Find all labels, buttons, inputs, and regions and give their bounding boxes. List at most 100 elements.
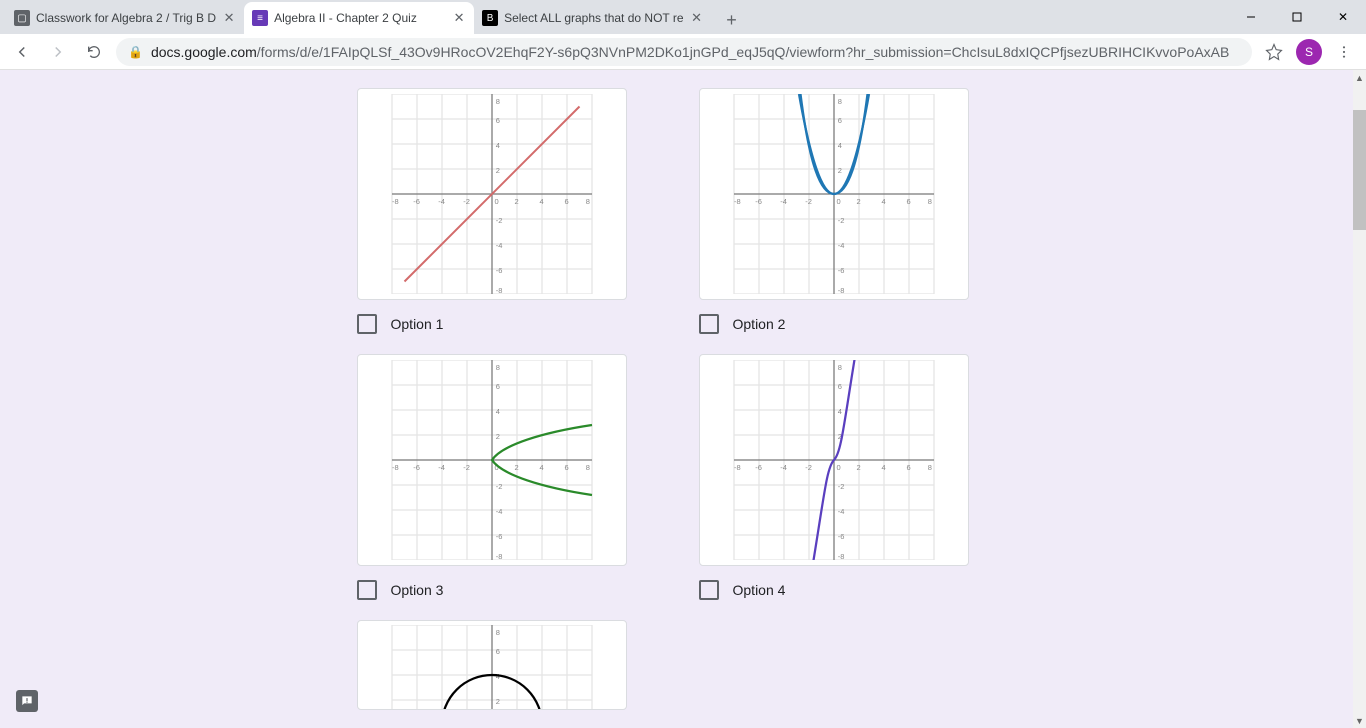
svg-text:-4: -4 bbox=[438, 463, 445, 472]
svg-text:6: 6 bbox=[495, 116, 499, 125]
svg-text:2: 2 bbox=[514, 463, 518, 472]
svg-text:-6: -6 bbox=[495, 266, 502, 275]
svg-text:-8: -8 bbox=[734, 197, 741, 206]
svg-text:-4: -4 bbox=[837, 507, 844, 516]
minimize-button[interactable] bbox=[1228, 0, 1274, 34]
svg-text:-6: -6 bbox=[837, 532, 844, 541]
avatar-initial: S bbox=[1305, 45, 1313, 59]
close-icon[interactable]: ✕ bbox=[690, 11, 704, 25]
svg-text:4: 4 bbox=[495, 141, 499, 150]
option-block: 8642 -2-4-6-8 -8-6-4-2 02468 Option 4 bbox=[699, 354, 997, 600]
window-controls: ✕ bbox=[1228, 0, 1366, 34]
new-tab-button[interactable]: + bbox=[718, 6, 746, 34]
graph-option-2[interactable]: 8642 -2-4-6-8 -8-6-4-2 02468 bbox=[699, 88, 969, 300]
checkbox[interactable] bbox=[699, 580, 719, 600]
browser-tab[interactable]: B Select ALL graphs that do NOT re ✕ bbox=[474, 2, 711, 34]
option-block: 8642 bbox=[357, 620, 655, 710]
svg-text:6: 6 bbox=[564, 197, 568, 206]
maximize-button[interactable] bbox=[1274, 0, 1320, 34]
svg-text:6: 6 bbox=[906, 197, 910, 206]
menu-button[interactable] bbox=[1330, 38, 1358, 66]
svg-text:2: 2 bbox=[837, 166, 841, 175]
report-problem-button[interactable] bbox=[16, 690, 38, 712]
favicon-icon: B bbox=[482, 10, 498, 26]
svg-text:-8: -8 bbox=[837, 552, 844, 560]
svg-text:0: 0 bbox=[836, 197, 840, 206]
option-block: 8642 -2-4-6-8 -8-6-4-2 02468 Option 1 bbox=[357, 88, 655, 334]
scroll-up-icon[interactable]: ▲ bbox=[1353, 70, 1366, 85]
tab-title: Classwork for Algebra 2 / Trig B D bbox=[36, 11, 216, 25]
svg-text:-2: -2 bbox=[495, 482, 502, 491]
graph-option-5[interactable]: 8642 bbox=[357, 620, 627, 710]
svg-text:-6: -6 bbox=[413, 463, 420, 472]
option-label: Option 3 bbox=[391, 582, 444, 598]
profile-avatar[interactable]: S bbox=[1296, 39, 1322, 65]
url-path: /forms/d/e/1FAIpQLSf_43Ov9HRocOV2EhqF2Y-… bbox=[257, 44, 1230, 60]
svg-text:-2: -2 bbox=[463, 197, 470, 206]
vertical-scrollbar[interactable]: ▲ ▼ bbox=[1353, 70, 1366, 728]
svg-text:-2: -2 bbox=[805, 197, 812, 206]
checkbox-row[interactable]: Option 2 bbox=[699, 314, 997, 334]
checkbox-row[interactable]: Option 1 bbox=[357, 314, 655, 334]
favicon-icon: ▢ bbox=[14, 10, 30, 26]
svg-text:6: 6 bbox=[495, 382, 499, 391]
option-label: Option 4 bbox=[733, 582, 786, 598]
browser-tab-strip: ▢ Classwork for Algebra 2 / Trig B D ✕ ≡… bbox=[0, 0, 1366, 34]
graph-option-1[interactable]: 8642 -2-4-6-8 -8-6-4-2 02468 bbox=[357, 88, 627, 300]
svg-text:2: 2 bbox=[856, 197, 860, 206]
browser-tab[interactable]: ≡ Algebra II - Chapter 2 Quiz ✕ bbox=[244, 2, 474, 34]
scroll-thumb[interactable] bbox=[1353, 110, 1366, 230]
bookmark-button[interactable] bbox=[1260, 38, 1288, 66]
svg-text:-8: -8 bbox=[495, 286, 502, 294]
checkbox-row[interactable]: Option 4 bbox=[699, 580, 997, 600]
checkbox[interactable] bbox=[699, 314, 719, 334]
svg-text:4: 4 bbox=[539, 197, 543, 206]
svg-text:-2: -2 bbox=[837, 216, 844, 225]
svg-text:-6: -6 bbox=[413, 197, 420, 206]
svg-text:2: 2 bbox=[856, 463, 860, 472]
lock-icon: 🔒 bbox=[128, 45, 143, 59]
svg-text:-8: -8 bbox=[837, 286, 844, 294]
svg-text:6: 6 bbox=[837, 382, 841, 391]
svg-text:-2: -2 bbox=[805, 463, 812, 472]
options-grid: 8642 -2-4-6-8 -8-6-4-2 02468 Option 1 bbox=[357, 88, 997, 710]
circle-graph: 8642 bbox=[387, 625, 597, 710]
svg-text:-6: -6 bbox=[755, 463, 762, 472]
svg-text:2: 2 bbox=[514, 197, 518, 206]
close-window-button[interactable]: ✕ bbox=[1320, 0, 1366, 34]
linear-graph: 8642 -2-4-6-8 -8-6-4-2 02468 bbox=[387, 94, 597, 294]
svg-text:-4: -4 bbox=[495, 507, 502, 516]
svg-text:-6: -6 bbox=[755, 197, 762, 206]
svg-text:4: 4 bbox=[881, 463, 885, 472]
svg-text:8: 8 bbox=[585, 463, 589, 472]
scroll-down-icon[interactable]: ▼ bbox=[1353, 713, 1366, 728]
graph-option-4[interactable]: 8642 -2-4-6-8 -8-6-4-2 02468 bbox=[699, 354, 969, 566]
svg-text:8: 8 bbox=[837, 97, 841, 106]
favicon-icon: ≡ bbox=[252, 10, 268, 26]
back-button[interactable] bbox=[8, 38, 36, 66]
svg-text:4: 4 bbox=[837, 141, 841, 150]
close-icon[interactable]: ✕ bbox=[222, 11, 236, 25]
svg-text:-4: -4 bbox=[780, 463, 787, 472]
svg-text:-4: -4 bbox=[837, 241, 844, 250]
browser-tab[interactable]: ▢ Classwork for Algebra 2 / Trig B D ✕ bbox=[6, 2, 244, 34]
svg-text:6: 6 bbox=[564, 463, 568, 472]
svg-text:-4: -4 bbox=[495, 241, 502, 250]
reload-button[interactable] bbox=[80, 38, 108, 66]
graph-option-3[interactable]: 8642 -2-4-6-8 -8-6-4-2 02468 bbox=[357, 354, 627, 566]
sideways-parabola-graph: 8642 -2-4-6-8 -8-6-4-2 02468 bbox=[387, 360, 597, 560]
svg-text:4: 4 bbox=[837, 407, 841, 416]
address-bar[interactable]: 🔒 docs.google.com/forms/d/e/1FAIpQLSf_43… bbox=[116, 38, 1252, 66]
option-label: Option 1 bbox=[391, 316, 444, 332]
svg-text:-8: -8 bbox=[392, 463, 399, 472]
svg-text:8: 8 bbox=[495, 628, 499, 637]
svg-text:-2: -2 bbox=[837, 482, 844, 491]
checkbox[interactable] bbox=[357, 580, 377, 600]
checkbox-row[interactable]: Option 3 bbox=[357, 580, 655, 600]
checkbox[interactable] bbox=[357, 314, 377, 334]
svg-text:-8: -8 bbox=[495, 552, 502, 560]
forward-button[interactable] bbox=[44, 38, 72, 66]
svg-text:0: 0 bbox=[836, 463, 840, 472]
tab-title: Select ALL graphs that do NOT re bbox=[504, 11, 683, 25]
close-icon[interactable]: ✕ bbox=[452, 11, 466, 25]
